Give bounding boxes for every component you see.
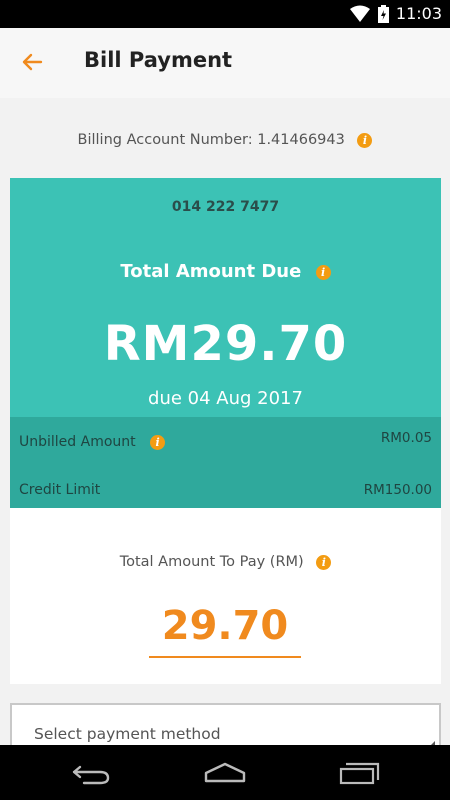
back-nav-icon[interactable]: [70, 759, 114, 787]
payment-amount-card: Total Amount To Pay (RM) i: [10, 508, 441, 684]
recents-nav-icon[interactable]: [338, 759, 382, 787]
home-nav-icon[interactable]: [203, 759, 247, 787]
info-icon[interactable]: i: [316, 554, 332, 570]
total-amount-due-value: RM29.70: [103, 316, 348, 372]
billing-account-number: Billing Account Number: 1.41466943: [77, 132, 345, 148]
total-amount-due-label: Total Amount Due i: [10, 261, 441, 282]
credit-limit-label: Credit Limit: [19, 482, 101, 498]
bill-details-section: Unbilled Amount i RM0.05 Credit Limit RM…: [10, 417, 441, 508]
battery-icon: [378, 5, 389, 23]
unbilled-amount-label: Unbilled Amount i: [19, 434, 166, 450]
info-icon[interactable]: i: [357, 132, 373, 148]
bill-summary-card: 014 222 7477 Total Amount Due i RM29.70 …: [10, 178, 441, 508]
credit-limit-value: RM150.00: [363, 482, 432, 498]
unbilled-amount-value: RM0.05: [380, 430, 432, 446]
status-bar: 11:03: [0, 0, 450, 28]
info-icon[interactable]: i: [150, 434, 166, 450]
total-amount-to-pay-label: Total Amount To Pay (RM) i: [10, 554, 441, 570]
billing-account-row: Billing Account Number: 1.41466943 i: [0, 132, 450, 148]
info-icon[interactable]: i: [315, 264, 331, 280]
clock: 11:03: [395, 4, 442, 23]
back-arrow-icon[interactable]: [20, 50, 44, 74]
payment-method-placeholder: Select payment method: [34, 725, 221, 743]
due-date: due 04 Aug 2017: [148, 388, 303, 409]
page-title: Bill Payment: [84, 48, 233, 72]
payment-amount-input[interactable]: [149, 596, 301, 658]
navigation-bar: [0, 745, 450, 800]
wifi-icon: [350, 5, 370, 22]
phone-number: 014 222 7477: [171, 199, 280, 215]
app-bar: Bill Payment: [0, 28, 450, 98]
